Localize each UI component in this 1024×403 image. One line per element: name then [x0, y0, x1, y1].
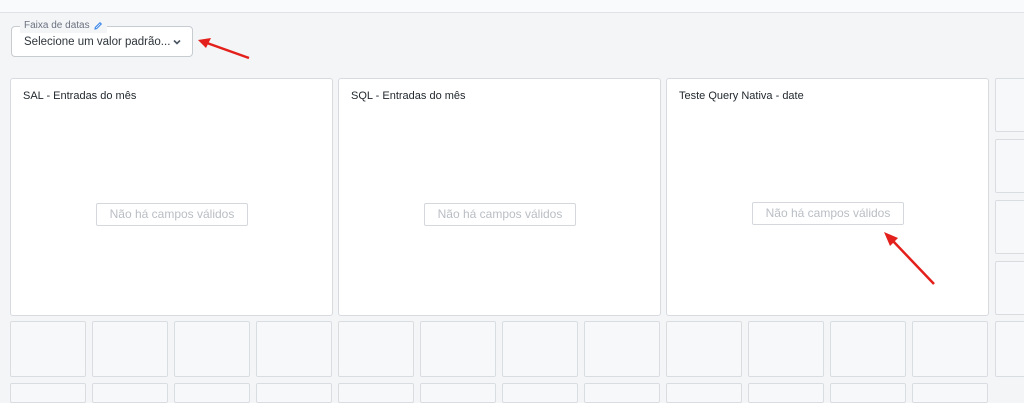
- empty-state-message: Não há campos válidos: [96, 203, 248, 226]
- grid-placeholder-tile: [256, 321, 332, 377]
- grid-placeholder-tile: [338, 383, 414, 403]
- card-title: SQL - Entradas do mês: [351, 90, 466, 102]
- grid-placeholder-tile: [912, 321, 988, 377]
- card-sql-entradas[interactable]: SQL - Entradas do mês Não há campos váli…: [338, 78, 661, 316]
- top-toolbar-strip: [0, 0, 1024, 13]
- grid-placeholder-tile: [584, 383, 660, 403]
- grid-placeholder-tile: [912, 383, 988, 403]
- grid-placeholder-tile: [995, 78, 1024, 132]
- filter-label-container: Faixa de datas: [20, 19, 107, 33]
- grid-placeholder-tile: [995, 139, 1024, 193]
- grid-placeholder-tile: [174, 383, 250, 403]
- grid-placeholder-tile: [666, 321, 742, 377]
- filter-label: Faixa de datas: [24, 20, 90, 31]
- arrow-annotation-filter: [198, 38, 250, 60]
- grid-placeholder-tile: [10, 383, 86, 403]
- card-title: Teste Query Nativa - date: [679, 90, 804, 102]
- grid-placeholder-tile: [174, 321, 250, 377]
- grid-placeholder-tile: [420, 383, 496, 403]
- pencil-icon[interactable]: [93, 21, 103, 31]
- card-title: SAL - Entradas do mês: [23, 90, 137, 102]
- grid-placeholder-tile: [92, 321, 168, 377]
- chevron-down-icon[interactable]: [172, 37, 182, 47]
- grid-placeholder-tile: [256, 383, 332, 403]
- grid-placeholder-tile: [502, 321, 578, 377]
- grid-placeholder-tile: [584, 321, 660, 377]
- grid-placeholder-tile: [995, 200, 1024, 254]
- grid-placeholder-tile: [748, 383, 824, 403]
- date-range-filter[interactable]: Faixa de datas Selecione um valor padrão…: [11, 19, 193, 57]
- card-teste-query-nativa[interactable]: Teste Query Nativa - date Não há campos …: [666, 78, 989, 316]
- grid-placeholder-tile: [748, 321, 824, 377]
- grid-placeholder-tile: [338, 321, 414, 377]
- grid-placeholder-tile: [420, 321, 496, 377]
- grid-placeholder-tile: [995, 321, 1024, 377]
- grid-placeholder-tile: [10, 321, 86, 377]
- grid-placeholder-tile: [995, 261, 1024, 315]
- empty-state-message: Não há campos válidos: [752, 202, 904, 225]
- empty-state-message: Não há campos válidos: [424, 203, 576, 226]
- grid-placeholder-tile: [92, 383, 168, 403]
- grid-placeholder-tile: [830, 321, 906, 377]
- filter-selected-value: Selecione um valor padrão...: [24, 36, 171, 48]
- grid-placeholder-tile: [830, 383, 906, 403]
- grid-placeholder-tile: [666, 383, 742, 403]
- grid-placeholder-tile: [502, 383, 578, 403]
- card-sal-entradas[interactable]: SAL - Entradas do mês Não há campos váli…: [10, 78, 333, 316]
